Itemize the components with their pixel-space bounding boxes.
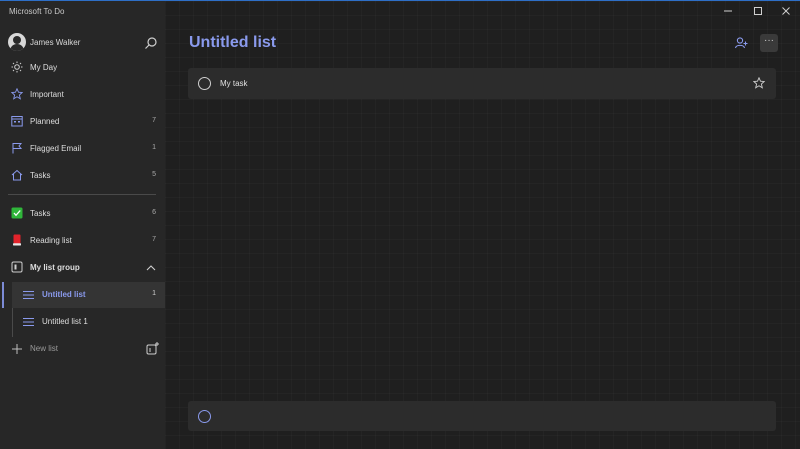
task-complete-checkbox[interactable] (198, 77, 211, 90)
sidebar-item-tasks[interactable]: Tasks 5 (0, 163, 165, 189)
plus-icon (12, 344, 22, 354)
user-name: James Walker (30, 38, 81, 47)
sidebar-item-flagged-email[interactable]: Flagged Email 1 (0, 136, 165, 162)
sidebar-item-label: Important (30, 90, 64, 99)
sidebar-item-count: 1 (152, 144, 156, 151)
sidebar-item-my-day[interactable]: My Day (0, 55, 165, 81)
add-task-circle-icon (198, 410, 211, 423)
home-icon (11, 169, 23, 181)
sidebar-item-untitled-list-1[interactable]: Untitled list 1 (12, 309, 165, 335)
group-icon (11, 261, 23, 273)
share-list-icon[interactable] (732, 34, 750, 52)
sidebar-item-untitled-list[interactable]: Untitled list 1 (2, 282, 165, 308)
task-item[interactable]: My task (188, 68, 776, 99)
sidebar-item-count: 1 (152, 290, 156, 297)
sidebar-item-label: Planned (30, 117, 60, 126)
more-options-button[interactable]: ··· (760, 34, 778, 52)
search-icon[interactable] (144, 36, 158, 50)
window-controls (710, 1, 800, 21)
avatar[interactable] (8, 33, 26, 51)
list-icon (23, 318, 34, 326)
main-pane: Untitled list ··· My task (165, 1, 800, 449)
sidebar-item-count: 5 (152, 171, 156, 178)
app-window: Microsoft To Do James Walker My Day Impo… (0, 1, 800, 449)
sidebar-item-planned[interactable]: Planned 7 (0, 109, 165, 135)
importance-star-icon[interactable] (753, 77, 765, 89)
new-list-label: New list (30, 344, 59, 353)
close-icon[interactable] (780, 5, 792, 17)
sidebar-item-count: 7 (152, 236, 156, 243)
sidebar-item-label: Tasks (30, 171, 51, 180)
green-check-icon (11, 207, 23, 219)
sidebar-item-important[interactable]: Important (0, 82, 165, 108)
ellipsis-icon: ··· (764, 35, 774, 46)
sidebar-item-count: 7 (152, 117, 156, 124)
sidebar-item-tasks-list[interactable]: Tasks 6 (0, 201, 165, 227)
sidebar-item-label: My Day (30, 63, 58, 72)
sidebar-item-label: Untitled list (42, 290, 86, 299)
task-title: My task (220, 79, 248, 88)
calendar-icon (11, 116, 23, 127)
list-icon (23, 291, 34, 299)
add-task-bar[interactable] (188, 401, 776, 431)
sidebar-group-my-list-group[interactable]: My list group (0, 255, 165, 281)
sidebar-group-label: My list group (30, 263, 80, 272)
sidebar-item-label: Reading list (30, 236, 72, 245)
add-task-input[interactable] (220, 407, 760, 425)
maximize-icon[interactable] (752, 5, 764, 17)
active-indicator (2, 282, 4, 308)
app-title: Microsoft To Do (9, 7, 65, 16)
user-account[interactable]: James Walker (8, 33, 160, 53)
sidebar-item-label: Untitled list 1 (42, 317, 88, 326)
sidebar-item-reading-list[interactable]: Reading list 7 (0, 228, 165, 254)
sidebar-divider (8, 194, 156, 195)
star-icon (11, 88, 23, 100)
sun-icon (11, 61, 23, 73)
red-book-icon (13, 234, 21, 246)
minimize-icon[interactable] (722, 5, 734, 17)
sidebar: Microsoft To Do James Walker My Day Impo… (0, 1, 165, 449)
new-group-icon[interactable] (146, 342, 159, 355)
sidebar-item-label: Tasks (30, 209, 51, 218)
chevron-up-icon[interactable] (145, 262, 157, 274)
flag-icon (12, 143, 23, 154)
new-list-button[interactable]: New list (0, 336, 165, 362)
list-title[interactable]: Untitled list (189, 34, 276, 52)
sidebar-item-count: 6 (152, 209, 156, 216)
sidebar-item-label: Flagged Email (30, 144, 82, 153)
